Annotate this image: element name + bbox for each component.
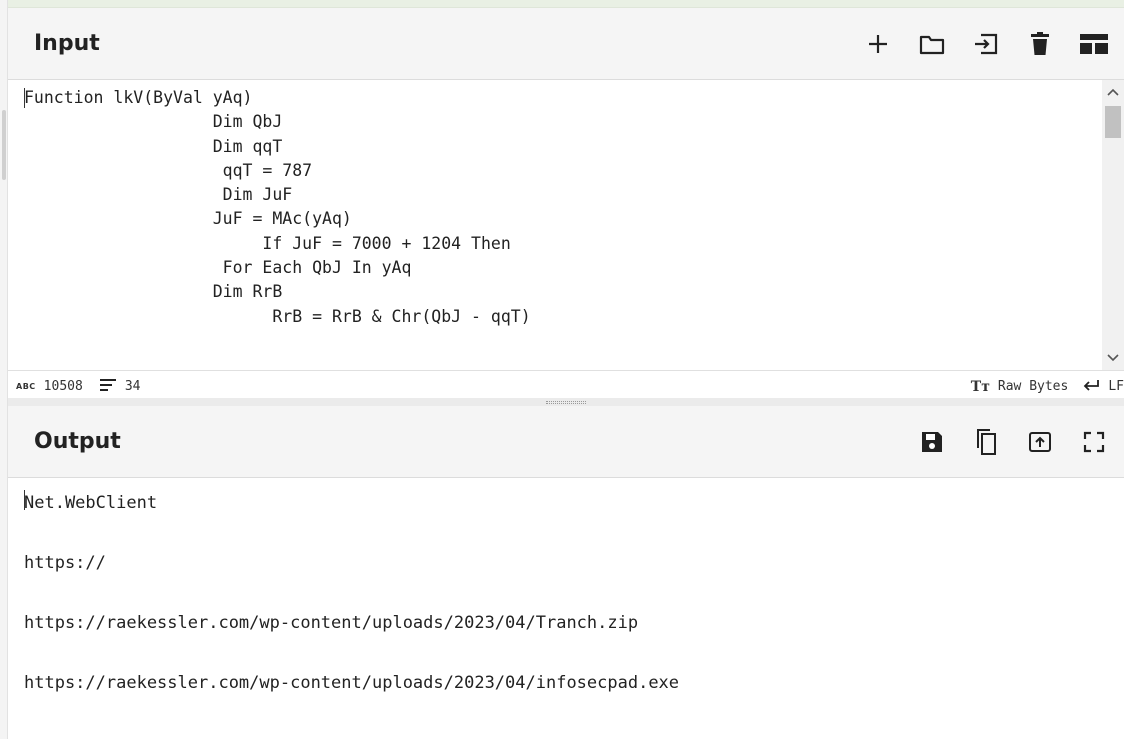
code-line: If JuF = 7000 + 1204 Then: [24, 233, 511, 253]
code-line: Function lkV(ByVal yAq): [24, 88, 253, 107]
output-header: Output: [8, 406, 1124, 478]
code-line: Dim JuF: [24, 185, 293, 205]
output-pane: Output: [8, 406, 1124, 478]
input-editor[interactable]: Function lkV(ByVal yAq) Dim QbJ Dim qqT …: [8, 80, 1124, 370]
length-icon: ABC: [16, 382, 36, 391]
trash-icon[interactable]: [1022, 26, 1058, 62]
eol-icon[interactable]: [1082, 378, 1100, 396]
left-panel-edge: [0, 0, 8, 739]
scroll-thumb[interactable]: [1105, 106, 1121, 138]
eol-label[interactable]: LF: [1108, 379, 1124, 394]
output-text-area[interactable]: Net.WebClient https:// https://raekessle…: [24, 488, 1114, 728]
import-icon[interactable]: [968, 26, 1004, 62]
encoding-label[interactable]: Raw Bytes: [998, 379, 1068, 394]
input-header: Input: [8, 8, 1124, 80]
copy-icon[interactable]: [968, 424, 1004, 460]
code-line: RrB = RrB & Chr(QbJ - qqT): [24, 306, 531, 326]
output-line: https://raekessler.com/wp-content/upload…: [24, 673, 680, 693]
layout-icon[interactable]: [1076, 26, 1112, 62]
left-edge-mark: [2, 110, 6, 180]
folder-icon[interactable]: [914, 26, 950, 62]
input-title: Input: [34, 31, 100, 56]
code-line: JuF = MAc(yAq): [24, 209, 352, 229]
replace-input-icon[interactable]: [1022, 424, 1058, 460]
save-icon[interactable]: [914, 424, 950, 460]
grip-icon: [546, 400, 586, 404]
pane-resize-handle[interactable]: [8, 398, 1124, 406]
code-line: Dim RrB: [24, 282, 283, 302]
input-scrollbar[interactable]: [1102, 80, 1124, 370]
input-toolbar: [860, 26, 1112, 62]
input-code: Function lkV(ByVal yAq) Dim QbJ Dim qqT …: [24, 86, 1094, 329]
scroll-down-icon[interactable]: [1102, 350, 1124, 366]
output-title: Output: [34, 429, 121, 454]
output-line: Net.WebClient: [24, 493, 158, 513]
text-encoding-icon[interactable]: Tт: [971, 379, 990, 395]
lines-icon: [99, 378, 117, 396]
maximize-icon[interactable]: [1076, 424, 1112, 460]
scroll-up-icon[interactable]: [1102, 84, 1124, 100]
output-line: https://: [24, 553, 106, 573]
input-length: 10508: [43, 379, 83, 394]
top-strip: [0, 0, 1124, 8]
code-line: Dim QbJ: [24, 112, 283, 132]
plus-icon[interactable]: [860, 26, 896, 62]
code-line: Dim qqT: [24, 136, 283, 156]
input-line-count: 34: [124, 379, 141, 394]
code-line: qqT = 787: [24, 160, 313, 180]
output-line: https://raekessler.com/wp-content/upload…: [24, 613, 639, 633]
output-toolbar: [914, 424, 1112, 460]
code-line: For Each QbJ In yAq: [24, 258, 412, 278]
input-pane: Input Function lkV(ByVal yAq) Dim QbJ Di…: [8, 8, 1124, 402]
